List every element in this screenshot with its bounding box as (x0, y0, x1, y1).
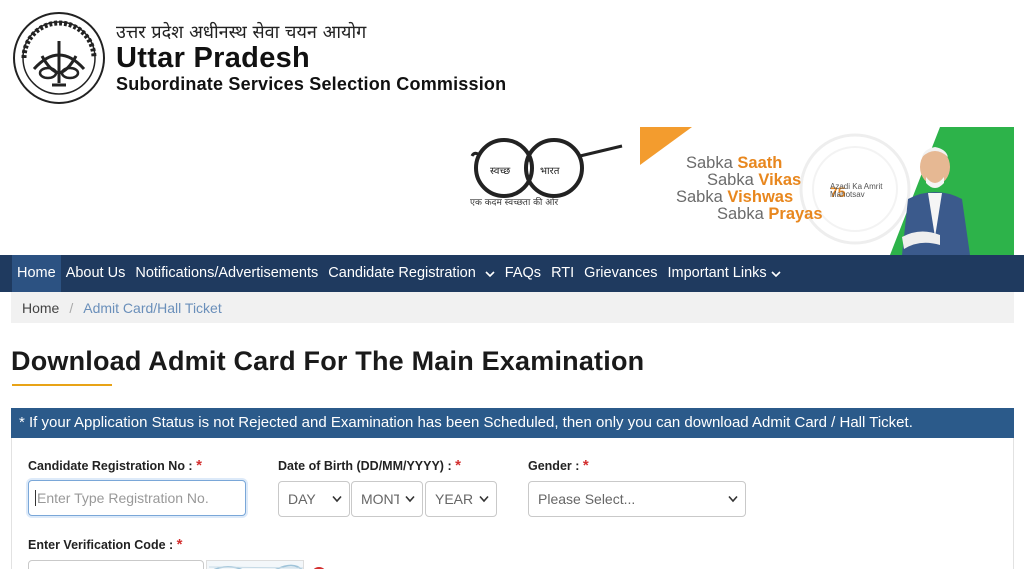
breadcrumb-current: Admit Card/Hall Ticket (83, 299, 222, 316)
registration-no-label: Candidate Registration No : * (28, 457, 202, 474)
nav-item-important-links[interactable]: Important Links (663, 255, 786, 292)
breadcrumb-home-link[interactable]: Home (22, 300, 59, 316)
dob-label: Date of Birth (DD/MM/YYYY) : * (278, 457, 461, 474)
banner-slogan: Sabka Saath Sabka Vikas Sabka Vishwas Sa… (676, 155, 823, 223)
required-mark: * (455, 457, 461, 474)
org-title: Uttar Pradesh (116, 42, 311, 74)
nav-label: Grievances (584, 265, 658, 281)
breadcrumb-separator: / (69, 299, 74, 316)
nav-item-rti[interactable]: RTI (546, 255, 579, 292)
org-subtitle: Subordinate Services Selection Commissio… (116, 74, 507, 94)
gender-select[interactable]: Please Select... (528, 481, 746, 517)
page-title: Download Admit Card For The Main Examina… (11, 346, 645, 376)
registration-no-input[interactable]: Enter Type Registration No. (28, 480, 246, 516)
nav-label: Candidate Registration (328, 265, 476, 281)
gender-select-value: Please Select... (538, 491, 636, 507)
nav-item-notifications[interactable]: Notifications/Advertisements (130, 255, 323, 292)
nav-label: About Us (65, 265, 126, 281)
required-mark: * (196, 457, 202, 474)
slogan-3a: Sabka (676, 188, 723, 206)
dob-day-select[interactable]: DAY (278, 481, 350, 517)
swachh-right-text: भारत (540, 166, 560, 177)
main-navigation: Home About Us Notifications/Advertisemen… (0, 255, 1024, 292)
captcha-image (206, 560, 304, 569)
chevron-down-icon (405, 495, 415, 503)
gender-label: Gender : * (528, 457, 589, 474)
chevron-down-icon (332, 495, 342, 503)
nav-label: Important Links (667, 265, 767, 281)
registration-no-placeholder: Enter Type Registration No. (35, 490, 209, 506)
chevron-down-icon (771, 270, 781, 277)
nav-item-home[interactable]: Home (12, 255, 61, 292)
azadi-mahotsav-text: Azadi Ka Amrit Mahotsav (830, 182, 883, 199)
nav-label: RTI (551, 265, 575, 281)
dob-month-value: MONTH (361, 491, 399, 507)
chevron-down-icon (485, 270, 495, 277)
gender-label-text: Gender : (528, 459, 580, 473)
admit-card-notice: * If your Application Status is not Reje… (11, 408, 1014, 438)
breadcrumb: Home / Admit Card/Hall Ticket (11, 292, 1014, 323)
nav-item-about-us[interactable]: About Us (61, 255, 131, 292)
required-mark: * (582, 457, 589, 474)
chevron-down-icon (479, 495, 489, 503)
slogan-2a: Sabka (707, 171, 754, 189)
nav-label: FAQs (504, 265, 542, 281)
dob-year-select[interactable]: YEAR (425, 481, 497, 517)
title-underline (12, 384, 112, 386)
dob-day-value: DAY (288, 491, 316, 507)
slogan-3b: Vishwas (727, 188, 794, 206)
site-header: उत्तर प्रदेश अधीनस्थ सेवा चयन आयोग Uttar… (0, 0, 1024, 255)
slogan-1b: Saath (737, 154, 783, 172)
verification-code-label: Enter Verification Code : * (28, 536, 183, 553)
refresh-captcha-icon[interactable] (309, 565, 329, 569)
org-name-hindi: उत्तर प्रदेश अधीनस्थ सेवा चयन आयोग (116, 22, 367, 43)
nav-item-grievances[interactable]: Grievances (579, 255, 662, 292)
nav-label: Notifications/Advertisements (135, 265, 319, 281)
registration-no-label-text: Candidate Registration No : (28, 459, 193, 473)
verification-code-input[interactable] (28, 560, 204, 569)
up-government-emblem-icon (13, 12, 105, 104)
slogan-2b: Vikas (758, 171, 802, 189)
swachh-left-text: स्वच्छ (490, 166, 510, 177)
captcha-noise-graphic (208, 564, 303, 569)
nav-item-faqs[interactable]: FAQs (500, 255, 546, 292)
slogan-4a: Sabka (717, 205, 764, 223)
dob-label-text: Date of Birth (DD/MM/YYYY) : (278, 459, 452, 473)
dob-month-select[interactable]: MONTH (351, 481, 423, 517)
slogan-1a: Sabka (686, 154, 733, 172)
slogan-4b: Prayas (768, 205, 823, 223)
dob-year-value: YEAR (435, 491, 474, 507)
verification-code-label-text: Enter Verification Code : (28, 538, 174, 552)
required-mark: * (176, 536, 183, 553)
chevron-down-icon (728, 495, 738, 503)
nav-label: Home (17, 265, 56, 281)
nav-item-candidate-registration[interactable]: Candidate Registration (323, 255, 500, 292)
swachh-caption: एक कदम स्वच्छता की ओर (470, 198, 559, 208)
